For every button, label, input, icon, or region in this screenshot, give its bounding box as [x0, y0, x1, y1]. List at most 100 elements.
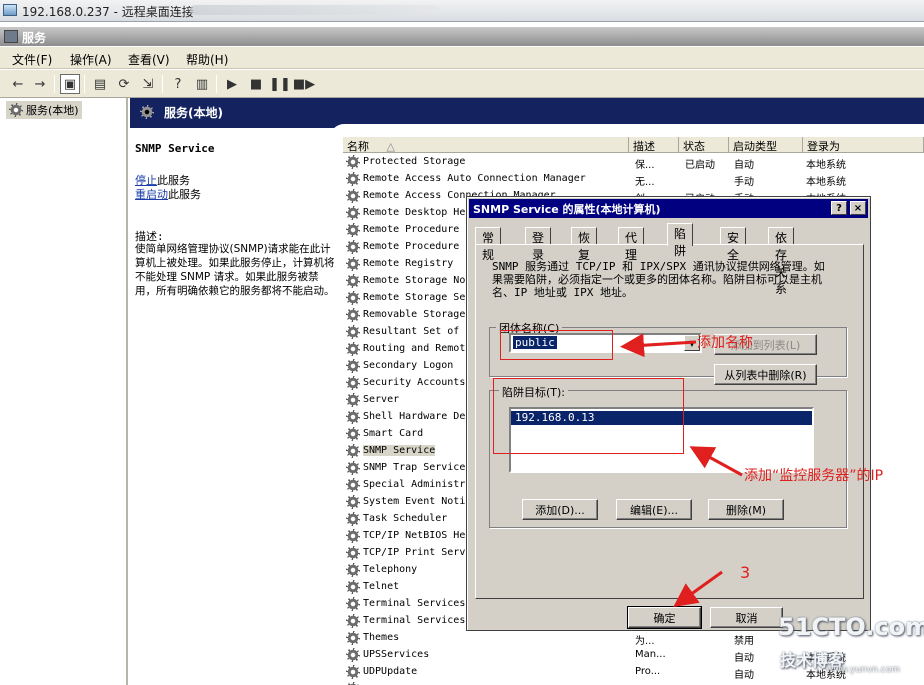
- column-header-desc[interactable]: 描述: [629, 137, 679, 153]
- restart-service-icon[interactable]: ■▶: [293, 74, 315, 94]
- service-cell-name: Secondary Logon: [363, 360, 454, 371]
- service-cell-startup: 禁用: [734, 636, 754, 647]
- watermark: 51CTO.com 技术博客 www.yunvn.com: [768, 611, 924, 681]
- service-cell-name: Remote Registry: [363, 258, 454, 269]
- forward-arrow-icon[interactable]: →: [30, 74, 50, 94]
- service-gear-icon: [346, 240, 360, 254]
- community-highlight-box: [500, 330, 613, 360]
- annotation-add-name: 添加名称: [697, 335, 753, 351]
- properties-icon[interactable]: ▤: [90, 74, 110, 94]
- restart-service-suffix: 此服务: [168, 188, 201, 201]
- tab-logon[interactable]: 登录: [525, 227, 552, 262]
- service-cell-startup: 手动: [734, 177, 754, 188]
- service-cell-name: Remote Procedure: [363, 224, 460, 235]
- delete-trap-button[interactable]: 删除(M): [708, 499, 784, 520]
- edit-trap-button[interactable]: 编辑(E)...: [616, 499, 692, 520]
- pause-service-icon[interactable]: ❚❚: [269, 74, 291, 94]
- tab-recovery[interactable]: 恢复: [571, 227, 598, 262]
- show-hide-tree-icon[interactable]: ▣: [60, 74, 80, 94]
- menu-action[interactable]: 操作(A): [70, 51, 112, 68]
- service-cell-name: Routing and Remot: [363, 343, 466, 354]
- service-cell-name: Server: [363, 394, 400, 405]
- services-window-title: 服务: [22, 31, 47, 45]
- remote-desktop-icon: [3, 4, 17, 16]
- service-row[interactable]: Remote Access Auto Connection Manager 无..…: [343, 171, 924, 188]
- service-description-panel: SNMP Service 停止此服务 重启动此服务 描述: 使简单网络管理协议(…: [130, 128, 335, 685]
- menu-help[interactable]: 帮助(H): [186, 51, 228, 68]
- tree-item-services-local[interactable]: 服务(本地): [6, 101, 82, 119]
- service-cell-desc: 无...: [635, 177, 655, 188]
- tab-traps[interactable]: 陷阱: [667, 223, 694, 258]
- tab-agent[interactable]: 代理: [618, 227, 645, 262]
- console-icon[interactable]: ▥: [192, 74, 212, 94]
- dialog-title: SNMP Service 的属性(本地计算机): [473, 203, 661, 216]
- column-header-status[interactable]: 状态: [679, 137, 729, 153]
- back-arrow-icon[interactable]: ←: [8, 74, 28, 94]
- services-window-icon: [4, 30, 18, 43]
- service-cell-name: UDPUpdate: [363, 666, 418, 677]
- service-cell-startup: 自动: [734, 653, 754, 664]
- service-gear-icon: [346, 342, 360, 356]
- restart-service-line: 重启动此服务: [135, 186, 201, 202]
- service-cell-name: Protected Storage: [363, 156, 466, 167]
- remove-from-list-button[interactable]: 从列表中删除(R): [714, 364, 817, 385]
- service-cell-startup: 自动: [734, 670, 754, 681]
- service-cell-status: 已启动: [685, 160, 715, 171]
- help-icon[interactable]: ?: [168, 74, 188, 94]
- service-cell-name: Remote Storage No: [363, 275, 466, 286]
- service-cell-desc: 保...: [635, 160, 655, 171]
- service-gear-icon: [346, 189, 360, 203]
- tab-security[interactable]: 安全: [720, 227, 747, 262]
- service-gear-icon: [346, 376, 360, 390]
- help-button[interactable]: ?: [831, 201, 847, 215]
- service-gear-icon: [346, 155, 360, 169]
- service-gear-icon: [346, 529, 360, 543]
- column-header-logon[interactable]: 登录为: [803, 137, 924, 153]
- service-gear-icon: [346, 461, 360, 475]
- service-gear-icon: [346, 308, 360, 322]
- ok-button[interactable]: 确定: [627, 606, 702, 629]
- tab-general[interactable]: 常规: [475, 227, 502, 262]
- service-row[interactable]: 管...本地系统: [343, 681, 924, 685]
- service-gear-icon: [346, 648, 360, 662]
- blurred-title-region: [190, 5, 440, 15]
- menu-view[interactable]: 查看(V): [128, 51, 170, 68]
- service-cell-name: Telnet: [363, 581, 400, 592]
- start-service-icon[interactable]: ▶: [222, 74, 242, 94]
- tab-dependencies[interactable]: 依存关系: [768, 227, 795, 296]
- service-cell-name: Telephony: [363, 564, 418, 575]
- service-row[interactable]: Protected Storage 保... 已启动 自动 本地系统: [343, 154, 924, 171]
- export-list-icon[interactable]: ⇲: [138, 74, 158, 94]
- service-gear-icon: [346, 393, 360, 407]
- sort-ascending-icon: △: [386, 140, 395, 153]
- column-header-startup[interactable]: 启动类型: [729, 137, 803, 153]
- service-cell-name: TCP/IP NetBIOS He: [363, 530, 466, 541]
- service-gear-icon: [346, 223, 360, 237]
- service-gear-icon: [346, 206, 360, 220]
- add-trap-button[interactable]: 添加(D)...: [522, 499, 598, 520]
- annotation-add-ip: 添加“监控服务器”的IP: [744, 468, 884, 484]
- restart-service-link[interactable]: 重启动: [135, 188, 168, 201]
- close-button[interactable]: ×: [850, 201, 866, 215]
- service-cell-desc: Man...: [635, 649, 666, 660]
- service-gear-icon: [346, 274, 360, 288]
- service-cell-name: Terminal Services: [363, 598, 466, 609]
- column-label-name: 名称: [347, 140, 369, 153]
- console-tree: 服务(本地): [0, 98, 128, 685]
- column-header-name[interactable]: 名称 △: [343, 137, 629, 153]
- stop-service-icon[interactable]: ■: [246, 74, 266, 94]
- watermark-site: 51CTO.com: [778, 613, 924, 641]
- menu-file[interactable]: 文件(F): [12, 51, 52, 68]
- service-cell-name: SNMP Trap Service: [363, 462, 466, 473]
- toolbar-separator: [84, 75, 85, 93]
- service-gear-icon: [346, 325, 360, 339]
- refresh-icon[interactable]: ⟳: [114, 74, 134, 94]
- services-header-title: 服务(本地): [164, 106, 223, 120]
- menubar: 文件(F) 操作(A) 查看(V) 帮助(H): [0, 47, 924, 69]
- service-gear-icon: [346, 410, 360, 424]
- gear-icon: [140, 105, 154, 119]
- service-cell-name: SNMP Service: [363, 445, 436, 456]
- service-gear-icon: [346, 291, 360, 305]
- service-cell-name: TCP/IP Print Serv: [363, 547, 466, 558]
- service-cell-name: Remote Storage Se: [363, 292, 466, 303]
